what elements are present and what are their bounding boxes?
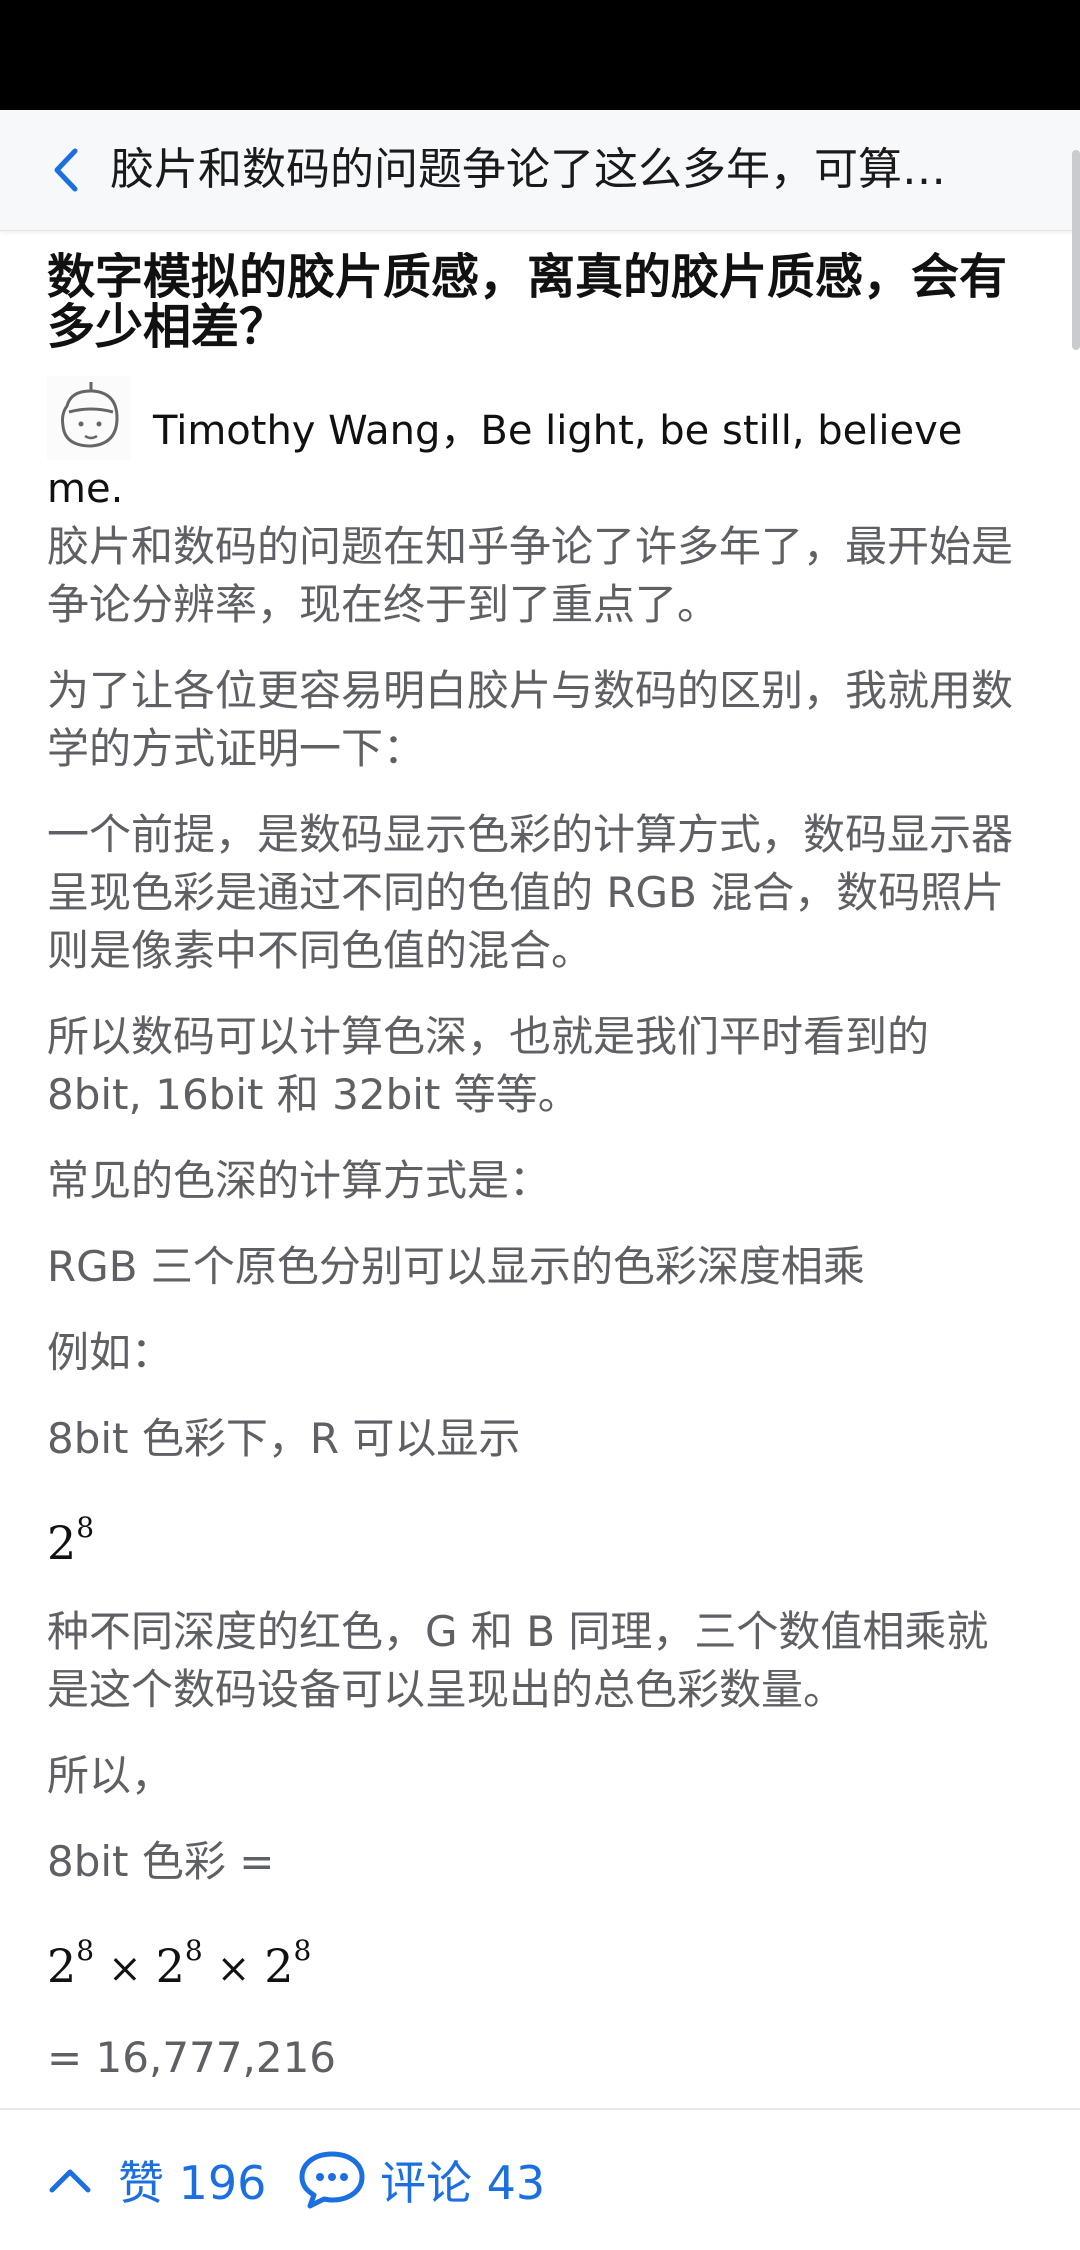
status-bar [0, 0, 1080, 110]
answer-paragraph: 所以数码可以计算色深，也就是我们平时看到的 8bit, 16bit 和 32bi… [47, 1012, 930, 1119]
avatar-face-icon [61, 382, 119, 448]
question-title[interactable]: 数字模拟的胶片质感，离真的胶片质感，会有多少相差？ [47, 252, 1027, 352]
bottom-action-bar: 赞 196 评论 43 [0, 2108, 1080, 2250]
page-title: 胶片和数码的问题争论了这么多年，可算… [110, 144, 946, 195]
scrollbar[interactable] [1072, 150, 1080, 350]
formula-exponent: 8 [76, 1934, 95, 1967]
chevron-up-icon [49, 2169, 91, 2193]
answer-paragraph: 8bit 色彩下，R 可以显示 [47, 1414, 521, 1463]
formula-exponent: 8 [184, 1934, 203, 1967]
comment-bubble-icon [299, 2151, 365, 2209]
formula-base: 2 [155, 1939, 185, 1993]
back-button[interactable] [36, 138, 96, 202]
answer-paragraph: 一个前提，是数码显示色彩的计算方式，数码显示器呈现色彩是通过不同的色值的 RGB… [47, 810, 1014, 975]
answer-content: 数字模拟的胶片质感，离真的胶片质感，会有多少相差？ Timothy Wang，B… [47, 252, 1027, 2102]
formula-product: 28 × 28 × 28 [47, 1919, 1027, 2001]
answer-paragraph: 常见的色深的计算方式是： [47, 1156, 552, 1205]
formula-operator: × [108, 1946, 142, 1992]
app-bar: 胶片和数码的问题争论了这么多年，可算… [0, 110, 1080, 231]
chevron-left-icon [54, 148, 78, 192]
formula-operator: × [216, 1946, 251, 1992]
formula-power: 28 [47, 1496, 1027, 1575]
comment-label: 评论 43 [380, 2156, 546, 2210]
answer-paragraph: 胶片和数码的问题在知乎争论了许多年了，最开始是争论分辨率，现在终于到了重点了。 [47, 522, 1014, 629]
formula-base: 2 [47, 1939, 77, 1993]
answer-paragraph: 所以， [47, 1751, 174, 1800]
answer-paragraph: 种不同深度的红色，G 和 B 同理，三个数值相乘就是这个数码设备可以呈现出的总色… [47, 1607, 989, 1714]
answer-paragraph: 8bit 色彩 = [47, 1837, 275, 1886]
answer-paragraph: 为了让各位更容易明白胶片与数码的区别，我就用数学的方式证明一下： [47, 666, 1014, 773]
answer-paragraph: = 16,777,216 [47, 2033, 337, 2082]
upvote-button[interactable]: 赞 196 [48, 2148, 266, 2212]
formula-exponent: 8 [76, 1511, 95, 1544]
formula-exponent: 8 [293, 1934, 312, 1967]
upvote-label: 赞 196 [118, 2156, 267, 2210]
answer-paragraph: RGB 三个原色分别可以显示的色彩深度相乘 [47, 1242, 865, 1291]
formula-base: 2 [264, 1939, 294, 1993]
answer-paragraph: 例如： [47, 1328, 174, 1377]
comment-button[interactable]: 评论 43 [298, 2148, 545, 2212]
author-line: Timothy Wang，Be light, be still, believe… [47, 376, 1027, 518]
author-name[interactable]: Timothy Wang [153, 408, 440, 454]
avatar[interactable] [47, 376, 131, 460]
formula-base: 2 [47, 1516, 77, 1570]
